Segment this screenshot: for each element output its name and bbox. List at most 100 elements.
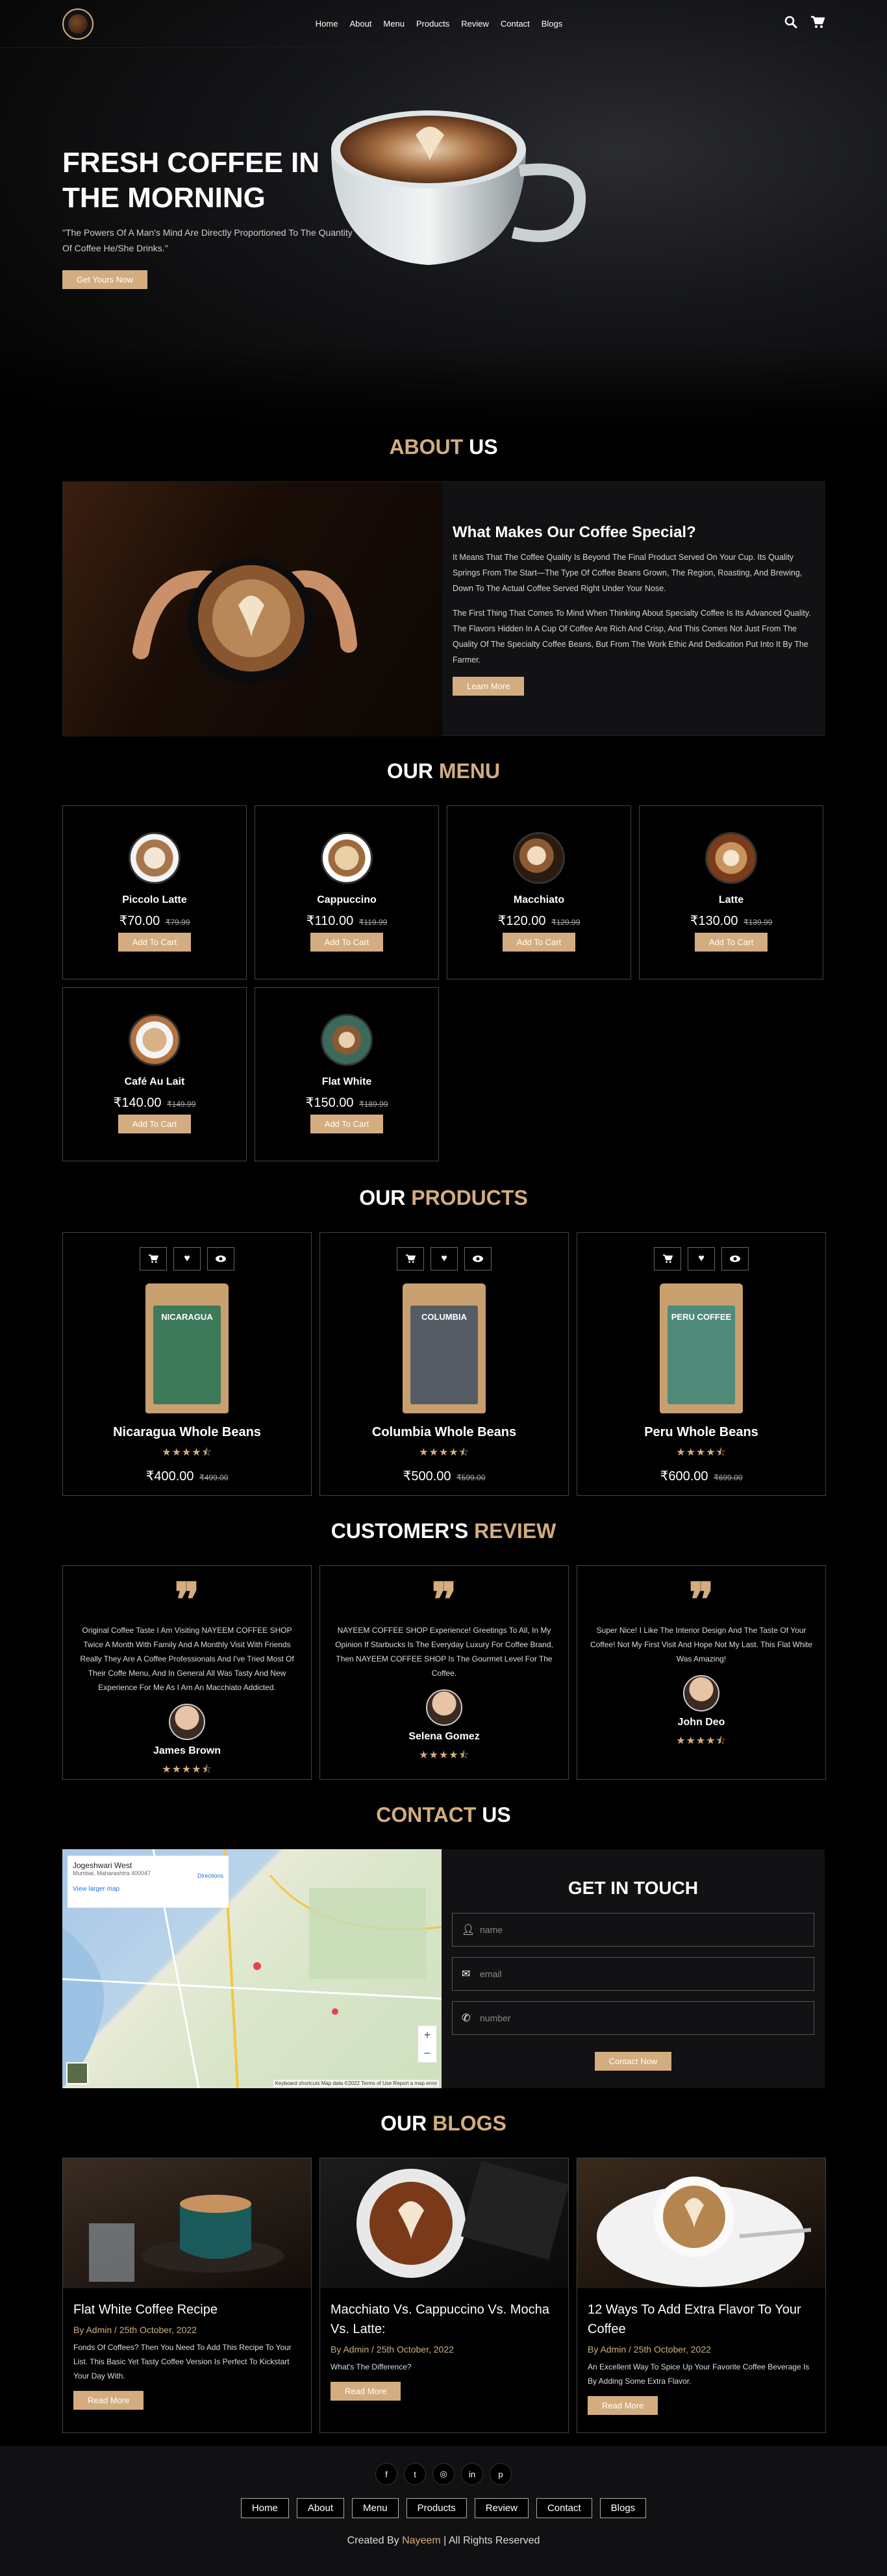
- cart-icon[interactable]: [654, 1247, 681, 1270]
- map-info-card: Jogeshwari West Mumbai, Maharashtra 4000…: [68, 1856, 229, 1908]
- rating-stars: ★★★★⯪: [162, 1764, 212, 1775]
- footer-link-menu[interactable]: Menu: [352, 2498, 399, 2518]
- facebook-icon[interactable]: f: [375, 2463, 397, 2485]
- blog-image: [63, 2158, 311, 2288]
- product-card: ♥ NICARAGUA Nicaragua Whole Beans ★★★★⯪ …: [62, 1232, 312, 1496]
- contact-heading: CONTACT US: [0, 1803, 887, 1849]
- blog-title[interactable]: Macchiato Vs. Cappuccino Vs. Mocha Vs. L…: [331, 2300, 558, 2339]
- coffee-bag-image: PERU COFFEE: [660, 1283, 743, 1413]
- review-card: ❞ NAYEEM COFFEE SHOP Experience! Greetin…: [319, 1565, 569, 1780]
- menu-item-price: ₹120.00: [497, 914, 546, 928]
- reviewer-name: Selena Gomez: [408, 1731, 480, 1742]
- footer-link-home[interactable]: Home: [240, 2498, 289, 2518]
- blog-description: An Excellent Way To Spice Up Your Favori…: [588, 2362, 810, 2386]
- piccolo-latte-image: [129, 832, 181, 884]
- email-input[interactable]: [480, 1969, 805, 1979]
- nav-menu[interactable]: Menu: [383, 19, 405, 29]
- menu-card: Latte ₹130.00 ₹139.99 Add To Cart: [639, 805, 823, 979]
- heart-icon[interactable]: ♥: [173, 1247, 201, 1270]
- menu-item-old-price: ₹189.99: [359, 1100, 388, 1109]
- products-heading-b: PRODUCTS: [411, 1186, 528, 1209]
- blog-title[interactable]: Flat White Coffee Recipe: [73, 2300, 301, 2319]
- blog-title[interactable]: 12 Ways To Add Extra Flavor To Your Coff…: [588, 2300, 815, 2339]
- review-heading-a: CUSTOMER'S: [331, 1519, 469, 1543]
- add-to-cart-button[interactable]: Add To Cart: [502, 933, 576, 952]
- about-heading: ABOUT US: [0, 435, 887, 481]
- view-larger-map-link[interactable]: View larger map: [73, 1886, 223, 1893]
- nav-review[interactable]: Review: [461, 19, 489, 29]
- rating-stars: ★★★★⯪: [419, 1750, 469, 1761]
- about-image: [63, 482, 442, 737]
- cafe-au-lait-image: [129, 1014, 181, 1066]
- menu-card: Flat White ₹150.00 ₹189.99 Add To Cart: [255, 987, 439, 1161]
- blog-meta: By Admin / 25th October, 2022: [73, 2325, 197, 2335]
- read-more-button[interactable]: Read More: [588, 2396, 658, 2415]
- review-heading: CUSTOMER'S REVIEW: [0, 1519, 887, 1565]
- logo-coffee-cup-icon: [68, 14, 88, 34]
- menu-card: Macchiato ₹120.00 ₹129.99 Add To Cart: [447, 805, 631, 979]
- hero-coffee-cup-image: [331, 110, 586, 265]
- rating-stars: ★★★★⯪: [676, 1736, 727, 1747]
- heart-icon[interactable]: ♥: [431, 1247, 458, 1270]
- footer-link-products[interactable]: Products: [406, 2498, 467, 2518]
- product-card: ♥ PERU COFFEE Peru Whole Beans ★★★★⯪ ₹60…: [577, 1232, 826, 1496]
- linkedin-icon[interactable]: in: [461, 2463, 483, 2485]
- nav-blogs[interactable]: Blogs: [542, 19, 563, 29]
- twitter-icon[interactable]: t: [404, 2463, 426, 2485]
- get-yours-now-button[interactable]: Get Yours Now: [62, 270, 147, 289]
- quote-icon: ❞: [688, 1572, 714, 1627]
- eye-icon[interactable]: [721, 1247, 749, 1270]
- pinterest-icon[interactable]: p: [490, 2463, 512, 2485]
- nav-about[interactable]: About: [349, 19, 371, 29]
- macchiato-image: [513, 832, 565, 884]
- directions-link[interactable]: Directions: [197, 1873, 223, 1879]
- rating-stars: ★★★★⯪: [419, 1447, 469, 1458]
- heart-icon[interactable]: ♥: [688, 1247, 715, 1270]
- read-more-button[interactable]: Read More: [73, 2391, 144, 2410]
- add-to-cart-button[interactable]: Add To Cart: [310, 1115, 384, 1133]
- cart-icon[interactable]: [140, 1247, 167, 1270]
- read-more-button[interactable]: Read More: [331, 2382, 401, 2401]
- add-to-cart-button[interactable]: Add To Cart: [694, 933, 768, 952]
- header: Home About Menu Products Review Contact …: [0, 0, 887, 48]
- footer-link-review[interactable]: Review: [474, 2498, 529, 2518]
- bag-label: PERU COFFEE: [671, 1312, 732, 1322]
- menu-heading-b: MENU: [438, 759, 501, 783]
- nav-products[interactable]: Products: [416, 19, 449, 29]
- about-heading-a: ABOUT: [389, 435, 464, 459]
- add-to-cart-button[interactable]: Add To Cart: [118, 933, 192, 952]
- menu-item-price: ₹150.00: [305, 1096, 354, 1110]
- eye-icon[interactable]: [464, 1247, 492, 1270]
- map[interactable]: Jogeshwari West Mumbai, Maharashtra 4000…: [62, 1849, 442, 2088]
- nav-home[interactable]: Home: [316, 19, 338, 29]
- cart-icon[interactable]: [397, 1247, 424, 1270]
- eye-icon[interactable]: [207, 1247, 234, 1270]
- cart-icon[interactable]: [810, 16, 825, 32]
- instagram-icon[interactable]: ◎: [432, 2463, 455, 2485]
- menu-item-old-price: ₹129.99: [551, 918, 581, 927]
- menu-heading-a: OUR: [386, 759, 433, 783]
- product-old-price: ₹599.00: [456, 1473, 486, 1482]
- logo[interactable]: [62, 8, 94, 40]
- footer-link-about[interactable]: About: [296, 2498, 345, 2518]
- search-icon[interactable]: [784, 16, 797, 32]
- nav-contact[interactable]: Contact: [501, 19, 530, 29]
- name-input[interactable]: [480, 1925, 805, 1935]
- contact-form: GET IN TOUCH 👤︎ ✉ ✆ Contact Now: [442, 1849, 825, 2088]
- menu-item-name: Cappuccino: [317, 894, 377, 905]
- footer-link-contact[interactable]: Contact: [536, 2498, 592, 2518]
- footer-link-blogs[interactable]: Blogs: [599, 2498, 647, 2518]
- map-place: Jogeshwari West: [73, 1861, 132, 1870]
- flat-white-image: [321, 1014, 373, 1066]
- contact-heading-b: US: [482, 1803, 511, 1826]
- credit-author[interactable]: Nayeem: [402, 2535, 441, 2546]
- map-satellite-toggle[interactable]: [66, 2062, 88, 2084]
- number-input[interactable]: [480, 2013, 805, 2023]
- add-to-cart-button[interactable]: Add To Cart: [118, 1115, 192, 1133]
- map-zoom-control[interactable]: + −: [418, 2026, 436, 2062]
- blog-meta: By Admin / 25th October, 2022: [588, 2344, 711, 2355]
- learn-more-button[interactable]: Learn More: [453, 677, 525, 696]
- menu-item-name: Macchiato: [513, 894, 565, 905]
- contact-now-button[interactable]: Contact Now: [594, 2052, 672, 2071]
- add-to-cart-button[interactable]: Add To Cart: [310, 933, 384, 952]
